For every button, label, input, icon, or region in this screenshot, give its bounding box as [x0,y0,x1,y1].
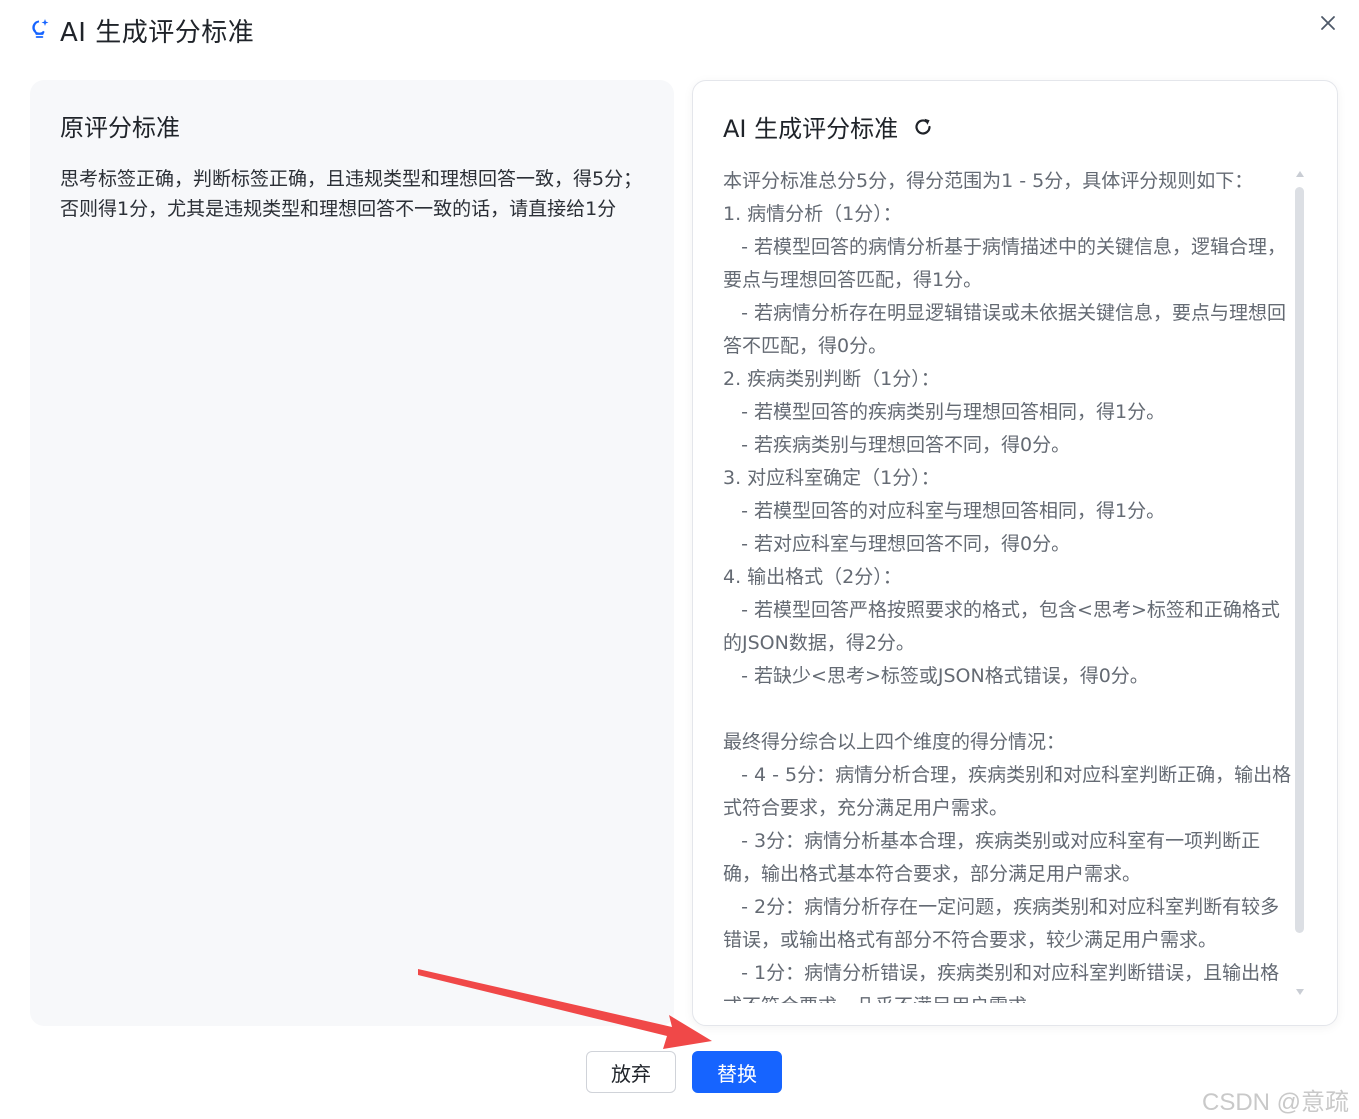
bulb-sparkle-icon [30,17,52,43]
generated-rubric-scroll-area[interactable]: 本评分标准总分5分，得分范围为1 - 5分，具体评分规则如下： 1. 病情分析（… [723,165,1295,1003]
refresh-icon[interactable] [912,116,934,138]
original-rubric-text: 思考标签正确，判断标签正确，且违规类型和理想回答一致，得5分； 否则得1分，尤其… [60,164,650,224]
watermark: CSDN @意疏 [1202,1082,1349,1117]
close-button[interactable] [1316,11,1340,35]
vertical-scrollbar[interactable] [1293,171,1307,1001]
ai-rubric-dialog: AI 生成评分标准 原评分标准 思考标签正确，判断标签正确，且违规类型和理想回答… [0,0,1359,1119]
generated-rubric-panel: AI 生成评分标准 本评分标准总分5分，得分范围为1 - 5分，具体评分规则如下… [692,80,1338,1026]
original-rubric-title: 原评分标准 [60,108,180,143]
close-icon [1320,15,1336,31]
discard-button[interactable]: 放弃 [586,1051,676,1093]
replace-button[interactable]: 替换 [692,1051,782,1093]
original-rubric-panel: 原评分标准 思考标签正确，判断标签正确，且违规类型和理想回答一致，得5分； 否则… [30,80,674,1026]
generated-rubric-header: AI 生成评分标准 [723,109,934,144]
generated-rubric-text: 本评分标准总分5分，得分范围为1 - 5分，具体评分规则如下： 1. 病情分析（… [723,165,1295,1003]
dialog-header: AI 生成评分标准 [30,12,254,48]
scrollbar-thumb[interactable] [1295,187,1304,933]
scroll-down-arrow-icon[interactable] [1296,989,1304,995]
generated-rubric-title: AI 生成评分标准 [723,109,898,144]
dialog-title: AI 生成评分标准 [60,12,254,49]
scroll-up-arrow-icon[interactable] [1296,171,1304,177]
